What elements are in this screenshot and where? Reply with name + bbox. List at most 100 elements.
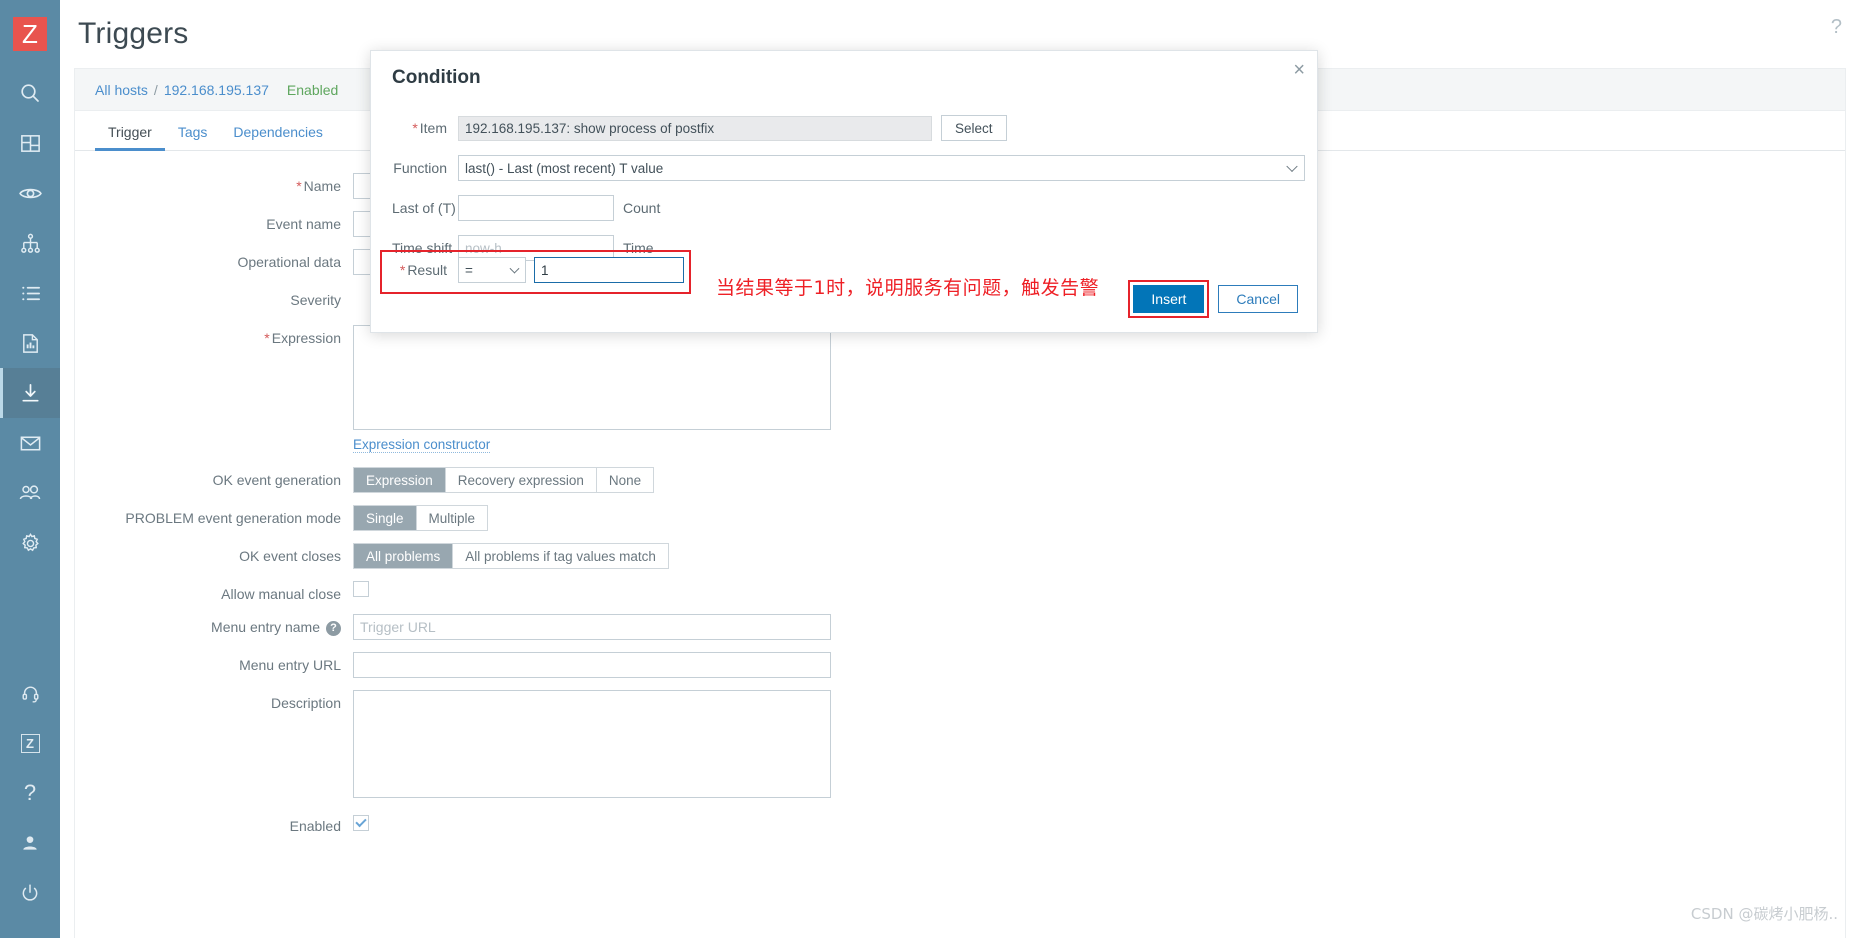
- enabled-checkbox[interactable]: [353, 815, 369, 831]
- sidebar-item-users[interactable]: [0, 468, 60, 518]
- ok-event-closes-option-all-problems[interactable]: All problems: [354, 544, 454, 568]
- last-of-t-input[interactable]: [458, 195, 614, 221]
- ok-event-generation-option-expression[interactable]: Expression: [354, 468, 446, 492]
- form-row-ok-event-generation: OK event generation Expression Recovery …: [75, 467, 1845, 493]
- label-name: * Name: [75, 173, 353, 194]
- expression-constructor-link[interactable]: Expression constructor: [353, 437, 491, 453]
- sidebar-nav-bottom: Z ?: [0, 668, 60, 938]
- sidebar-item-alerts[interactable]: [0, 418, 60, 468]
- breadcrumb-host[interactable]: 192.168.195.137: [164, 82, 269, 98]
- watermark: CSDN @碳烤小肥杨..: [1690, 905, 1838, 923]
- menu-entry-url-input[interactable]: [353, 652, 831, 678]
- label-expression-text: Expression: [271, 330, 341, 346]
- sidebar-item-support[interactable]: [0, 668, 60, 718]
- sidebar-item-dashboards[interactable]: [0, 118, 60, 168]
- zabbix-logo-icon: Z: [13, 17, 47, 51]
- form-row-expression: * Expression Expression constructor: [75, 325, 1845, 453]
- menu-entry-name-input[interactable]: [353, 614, 831, 640]
- sidebar-item-help[interactable]: ?: [0, 768, 60, 818]
- form-row-ok-event-closes: OK event closes All problems All problem…: [75, 543, 1845, 569]
- label-name-text: Name: [303, 178, 341, 194]
- label-item-text: Item: [419, 120, 447, 136]
- ok-event-generation-option-recovery-expression[interactable]: Recovery expression: [445, 468, 597, 492]
- zabbix-triggers-page: Z Z ? Triggers ? All hosts / 192.168.195…: [0, 0, 1860, 938]
- item-value-box[interactable]: 192.168.195.137: show process of postfix: [458, 115, 932, 141]
- support-headset-icon: [21, 684, 40, 703]
- sidebar-item-search[interactable]: [0, 68, 60, 118]
- alerts-mail-icon: [19, 432, 42, 455]
- label-event-name: Event name: [266, 216, 341, 232]
- result-value-input[interactable]: [534, 257, 684, 283]
- search-icon: [18, 81, 42, 105]
- problem-event-mode-segmented: Single Multiple: [353, 505, 489, 531]
- field-ok-event-generation: Expression Recovery expression None: [353, 467, 1845, 493]
- label-result-text: Result: [407, 262, 447, 278]
- dashboard-icon: [19, 132, 42, 155]
- tab-tags[interactable]: Tags: [165, 124, 221, 150]
- dialog-title: Condition: [392, 67, 481, 88]
- page-title: Triggers: [78, 17, 189, 50]
- label-menu-entry-url: Menu entry URL: [239, 657, 341, 673]
- label-function: Function: [393, 160, 447, 176]
- problem-event-mode-option-single[interactable]: Single: [354, 506, 417, 530]
- label-severity: Severity: [290, 292, 341, 308]
- ok-event-generation-option-none[interactable]: None: [596, 468, 654, 492]
- form-row-problem-event-mode: PROBLEM event generation mode Single Mul…: [75, 505, 1845, 531]
- form-row-allow-manual-close: Allow manual close: [75, 581, 1845, 602]
- status-badge[interactable]: Enabled: [287, 82, 338, 98]
- function-select[interactable]: last() - Last (most recent) T value: [458, 155, 1305, 181]
- last-of-t-unit: Count: [623, 200, 661, 216]
- sidebar: Z Z ?: [0, 0, 60, 938]
- cancel-button[interactable]: Cancel: [1218, 285, 1298, 313]
- tab-dependencies[interactable]: Dependencies: [220, 124, 336, 150]
- result-operator-select[interactable]: =: [458, 257, 526, 283]
- dialog-row-function: Function last() - Last (most recent) T v…: [371, 155, 1317, 181]
- function-select-value: last() - Last (most recent) T value: [465, 160, 664, 176]
- breadcrumb-all-hosts[interactable]: All hosts: [95, 82, 148, 98]
- label-last-of-t: Last of (T): [392, 200, 456, 216]
- description-textarea[interactable]: [353, 690, 831, 798]
- label-description: Description: [270, 695, 341, 711]
- sidebar-logo[interactable]: Z: [0, 0, 60, 68]
- sidebar-item-inventory[interactable]: [0, 268, 60, 318]
- main-area: Triggers ? All hosts / 192.168.195.137 E…: [60, 0, 1860, 938]
- form-row-menu-entry-url: Menu entry URL: [75, 652, 1845, 678]
- field-menu-entry-name: [353, 614, 1845, 640]
- ok-event-generation-segmented: Expression Recovery expression None: [353, 467, 655, 493]
- field-expression: Expression constructor: [353, 325, 1845, 453]
- select-button[interactable]: Select: [941, 115, 1007, 141]
- administration-gear-icon: [19, 532, 42, 555]
- form-row-description: Description: [75, 690, 1845, 801]
- sidebar-item-services[interactable]: [0, 218, 60, 268]
- sidebar-item-integrations[interactable]: Z: [0, 718, 60, 768]
- required-asterisk: *: [296, 178, 302, 194]
- page-help-icon[interactable]: ?: [1831, 16, 1842, 39]
- sidebar-item-data-collection[interactable]: [0, 368, 60, 418]
- required-asterisk: *: [399, 262, 406, 278]
- data-collection-icon: [19, 382, 42, 405]
- label-menu-entry-name: Menu entry name?: [75, 614, 353, 636]
- problem-event-mode-option-multiple[interactable]: Multiple: [416, 506, 488, 530]
- insert-button[interactable]: Insert: [1133, 285, 1205, 313]
- close-icon[interactable]: ×: [1293, 60, 1305, 80]
- sidebar-item-sign-out[interactable]: [0, 868, 60, 918]
- chevron-down-icon: [1286, 160, 1298, 173]
- form-row-menu-entry-name: Menu entry name?: [75, 614, 1845, 640]
- sidebar-item-monitoring[interactable]: [0, 168, 60, 218]
- reports-chart-icon: [19, 332, 42, 355]
- insert-highlight-box: Insert: [1128, 280, 1210, 318]
- label-menu-entry-name-text: Menu entry name: [211, 619, 320, 635]
- tab-trigger[interactable]: Trigger: [95, 124, 165, 151]
- expression-textarea[interactable]: [353, 325, 831, 430]
- help-question-icon[interactable]: ?: [326, 620, 341, 636]
- sidebar-item-administration[interactable]: [0, 518, 60, 568]
- sidebar-item-user-settings[interactable]: [0, 818, 60, 868]
- field-problem-event-mode: Single Multiple: [353, 505, 1845, 531]
- ok-event-closes-option-tag-values-match[interactable]: All problems if tag values match: [453, 544, 668, 568]
- allow-manual-close-checkbox[interactable]: [353, 581, 369, 597]
- sidebar-item-reports[interactable]: [0, 318, 60, 368]
- dialog-actions: Insert Cancel: [1128, 280, 1298, 318]
- result-operator-value: =: [465, 262, 473, 278]
- label-enabled: Enabled: [289, 818, 341, 834]
- label-expression: * Expression: [75, 325, 353, 346]
